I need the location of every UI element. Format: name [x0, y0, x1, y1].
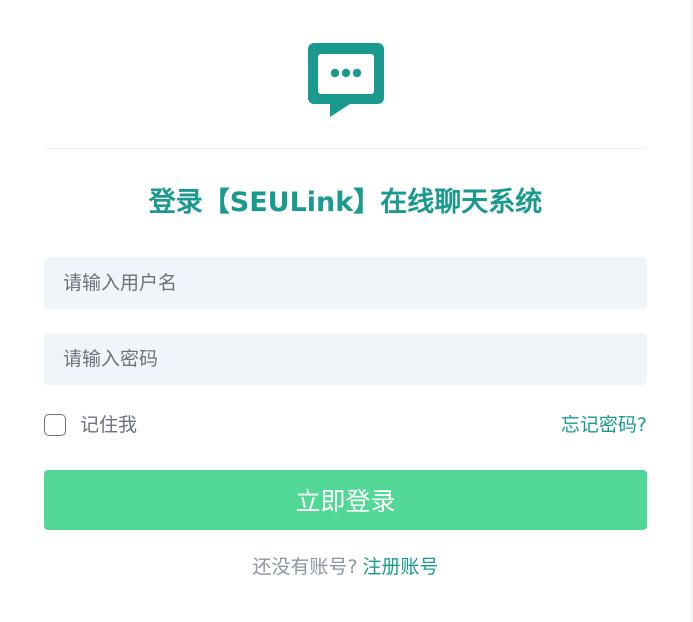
- username-input[interactable]: [44, 257, 647, 309]
- signup-row: 还没有账号? 注册账号: [44, 554, 647, 580]
- login-button[interactable]: 立即登录: [44, 470, 647, 530]
- signup-link[interactable]: 注册账号: [363, 556, 439, 578]
- password-input[interactable]: [44, 333, 647, 385]
- login-page: 登录【SEULink】在线聊天系统 记住我 忘记密码? 立即登录 还没有账号?注…: [0, 0, 693, 622]
- signup-prompt: 还没有账号?: [252, 556, 358, 578]
- page-title: 登录【SEULink】在线聊天系统: [148, 187, 543, 218]
- remember-label: 记住我: [80, 414, 138, 436]
- chat-bubble-icon: [308, 43, 384, 117]
- remember-checkbox[interactable]: [44, 414, 66, 436]
- forgot-password-link[interactable]: 忘记密码?: [561, 412, 647, 438]
- header-divider: [44, 148, 647, 149]
- remember-me[interactable]: 记住我: [44, 412, 137, 438]
